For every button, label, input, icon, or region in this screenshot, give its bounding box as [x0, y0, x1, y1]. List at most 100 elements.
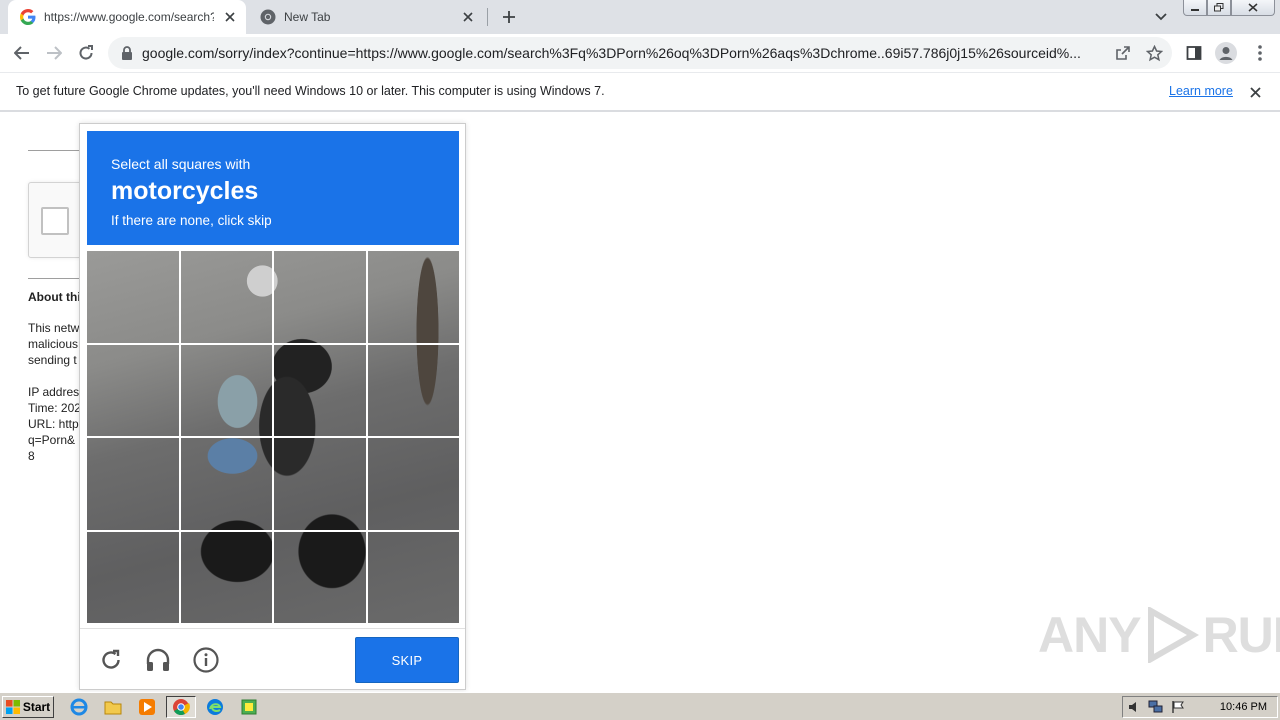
speaker-icon — [1129, 702, 1136, 712]
captcha-tile[interactable] — [180, 344, 272, 436]
avatar-icon — [1215, 42, 1237, 64]
chrome-favicon-icon — [260, 9, 276, 25]
tab-search-button[interactable] — [1149, 6, 1173, 28]
captcha-tile[interactable] — [180, 531, 272, 623]
play-logo-icon — [1147, 607, 1199, 663]
edge-icon — [207, 699, 223, 715]
back-button[interactable] — [8, 39, 36, 67]
infobar-close-button[interactable] — [1246, 83, 1264, 101]
system-tray: 10:46 PM — [1122, 696, 1278, 718]
window-close-button[interactable] — [1231, 0, 1275, 16]
captcha-tile[interactable] — [180, 438, 272, 530]
tray-network[interactable] — [1145, 697, 1167, 717]
tab-title: https://www.google.com/search?q= — [44, 10, 214, 24]
headphones-icon — [146, 648, 170, 671]
taskbar-media-player[interactable] — [132, 696, 162, 718]
tab-close-icon[interactable] — [458, 7, 478, 27]
app-icon — [241, 699, 257, 715]
skip-button[interactable]: SKIP — [355, 637, 459, 683]
recaptcha-checkbox[interactable] — [41, 207, 69, 235]
close-icon — [1248, 3, 1258, 12]
taskbar-ie[interactable] — [64, 696, 94, 718]
tab-google-search[interactable]: https://www.google.com/search?q= — [8, 0, 246, 34]
infobar-message: To get future Google Chrome updates, you… — [16, 84, 605, 98]
share-button[interactable] — [1112, 42, 1134, 64]
network-icon — [1148, 700, 1163, 713]
tab-separator — [487, 8, 488, 26]
captcha-tile[interactable] — [87, 531, 179, 623]
minimize-button[interactable] — [1183, 0, 1207, 16]
watermark-text: ANY — [1038, 607, 1142, 663]
captcha-tile[interactable] — [274, 251, 366, 343]
tab-title: New Tab — [284, 10, 331, 24]
captcha-tile[interactable] — [367, 438, 459, 530]
chevron-down-icon — [1155, 13, 1167, 21]
reload-icon — [102, 649, 120, 669]
google-favicon-icon — [20, 9, 36, 25]
captcha-tile[interactable] — [274, 531, 366, 623]
captcha-tile[interactable] — [87, 438, 179, 530]
watermark-text: RUN — [1202, 607, 1280, 663]
profile-button[interactable] — [1212, 39, 1240, 67]
captcha-tile[interactable] — [87, 344, 179, 436]
taskbar-explorer[interactable] — [98, 696, 128, 718]
minimize-icon — [1191, 8, 1199, 11]
reload-challenge-button[interactable] — [96, 645, 126, 675]
challenge-instruction: Select all squares with — [111, 156, 251, 172]
menu-button[interactable] — [1246, 39, 1274, 67]
window-controls — [1183, 0, 1275, 18]
challenge-header: Select all squares with motorcycles If t… — [87, 131, 459, 245]
tray-volume[interactable] — [1123, 697, 1145, 717]
challenge-hint: If there are none, click skip — [111, 213, 272, 228]
info-icon — [193, 647, 219, 673]
plus-icon — [503, 11, 515, 23]
captcha-tile[interactable] — [274, 344, 366, 436]
reload-button[interactable] — [72, 39, 100, 67]
share-icon — [1116, 46, 1130, 60]
taskbar-chrome[interactable] — [166, 696, 196, 718]
anyrun-watermark: ANY RUN — [1038, 606, 1280, 664]
challenge-object: motorcycles — [111, 177, 259, 205]
windows-taskbar: Start 10:46 PM — [0, 692, 1280, 720]
restore-icon — [1214, 3, 1224, 12]
restore-button[interactable] — [1207, 0, 1231, 16]
chrome-icon — [173, 699, 190, 716]
kebab-menu-icon — [1258, 45, 1262, 61]
taskbar-edge[interactable] — [200, 696, 230, 718]
side-panel-button[interactable] — [1180, 39, 1208, 67]
taskbar-clock[interactable]: 10:46 PM — [1220, 701, 1267, 713]
image-grid — [87, 251, 459, 623]
captcha-challenge: Select all squares with motorcycles If t… — [79, 123, 466, 690]
captcha-tile[interactable] — [367, 344, 459, 436]
taskbar-app[interactable] — [234, 696, 264, 718]
update-infobar: To get future Google Chrome updates, you… — [0, 72, 1280, 112]
tray-action-center[interactable] — [1167, 697, 1189, 717]
bookmark-button[interactable] — [1143, 42, 1165, 64]
captcha-tile[interactable] — [180, 251, 272, 343]
captcha-tile[interactable] — [87, 251, 179, 343]
close-icon — [1249, 86, 1261, 98]
audio-challenge-button[interactable] — [143, 645, 173, 675]
tab-new-tab[interactable]: New Tab — [248, 0, 484, 34]
star-icon — [1145, 44, 1163, 61]
captcha-tile[interactable] — [367, 531, 459, 623]
info-button[interactable] — [191, 645, 221, 675]
tab-close-icon[interactable] — [220, 7, 240, 27]
url-text[interactable]: google.com/sorry/index?continue=https://… — [142, 45, 1108, 61]
captcha-tile[interactable] — [367, 251, 459, 343]
tab-strip: https://www.google.com/search?q= New Tab — [0, 0, 1280, 34]
start-label: Start — [22, 700, 51, 714]
forward-button[interactable] — [40, 39, 68, 67]
learn-more-link[interactable]: Learn more — [1169, 84, 1233, 98]
start-button[interactable]: Start — [2, 696, 54, 718]
arrow-right-icon — [47, 46, 62, 60]
browser-toolbar: google.com/sorry/index?continue=https://… — [0, 34, 1280, 72]
internet-explorer-icon — [70, 698, 88, 716]
windows-logo-icon — [5, 700, 20, 714]
lock-icon[interactable] — [120, 45, 134, 61]
captcha-tile[interactable] — [274, 438, 366, 530]
address-bar[interactable]: google.com/sorry/index?continue=https://… — [108, 37, 1172, 69]
new-tab-button[interactable] — [497, 5, 521, 29]
flag-icon — [1172, 701, 1184, 713]
folder-icon — [104, 701, 122, 715]
